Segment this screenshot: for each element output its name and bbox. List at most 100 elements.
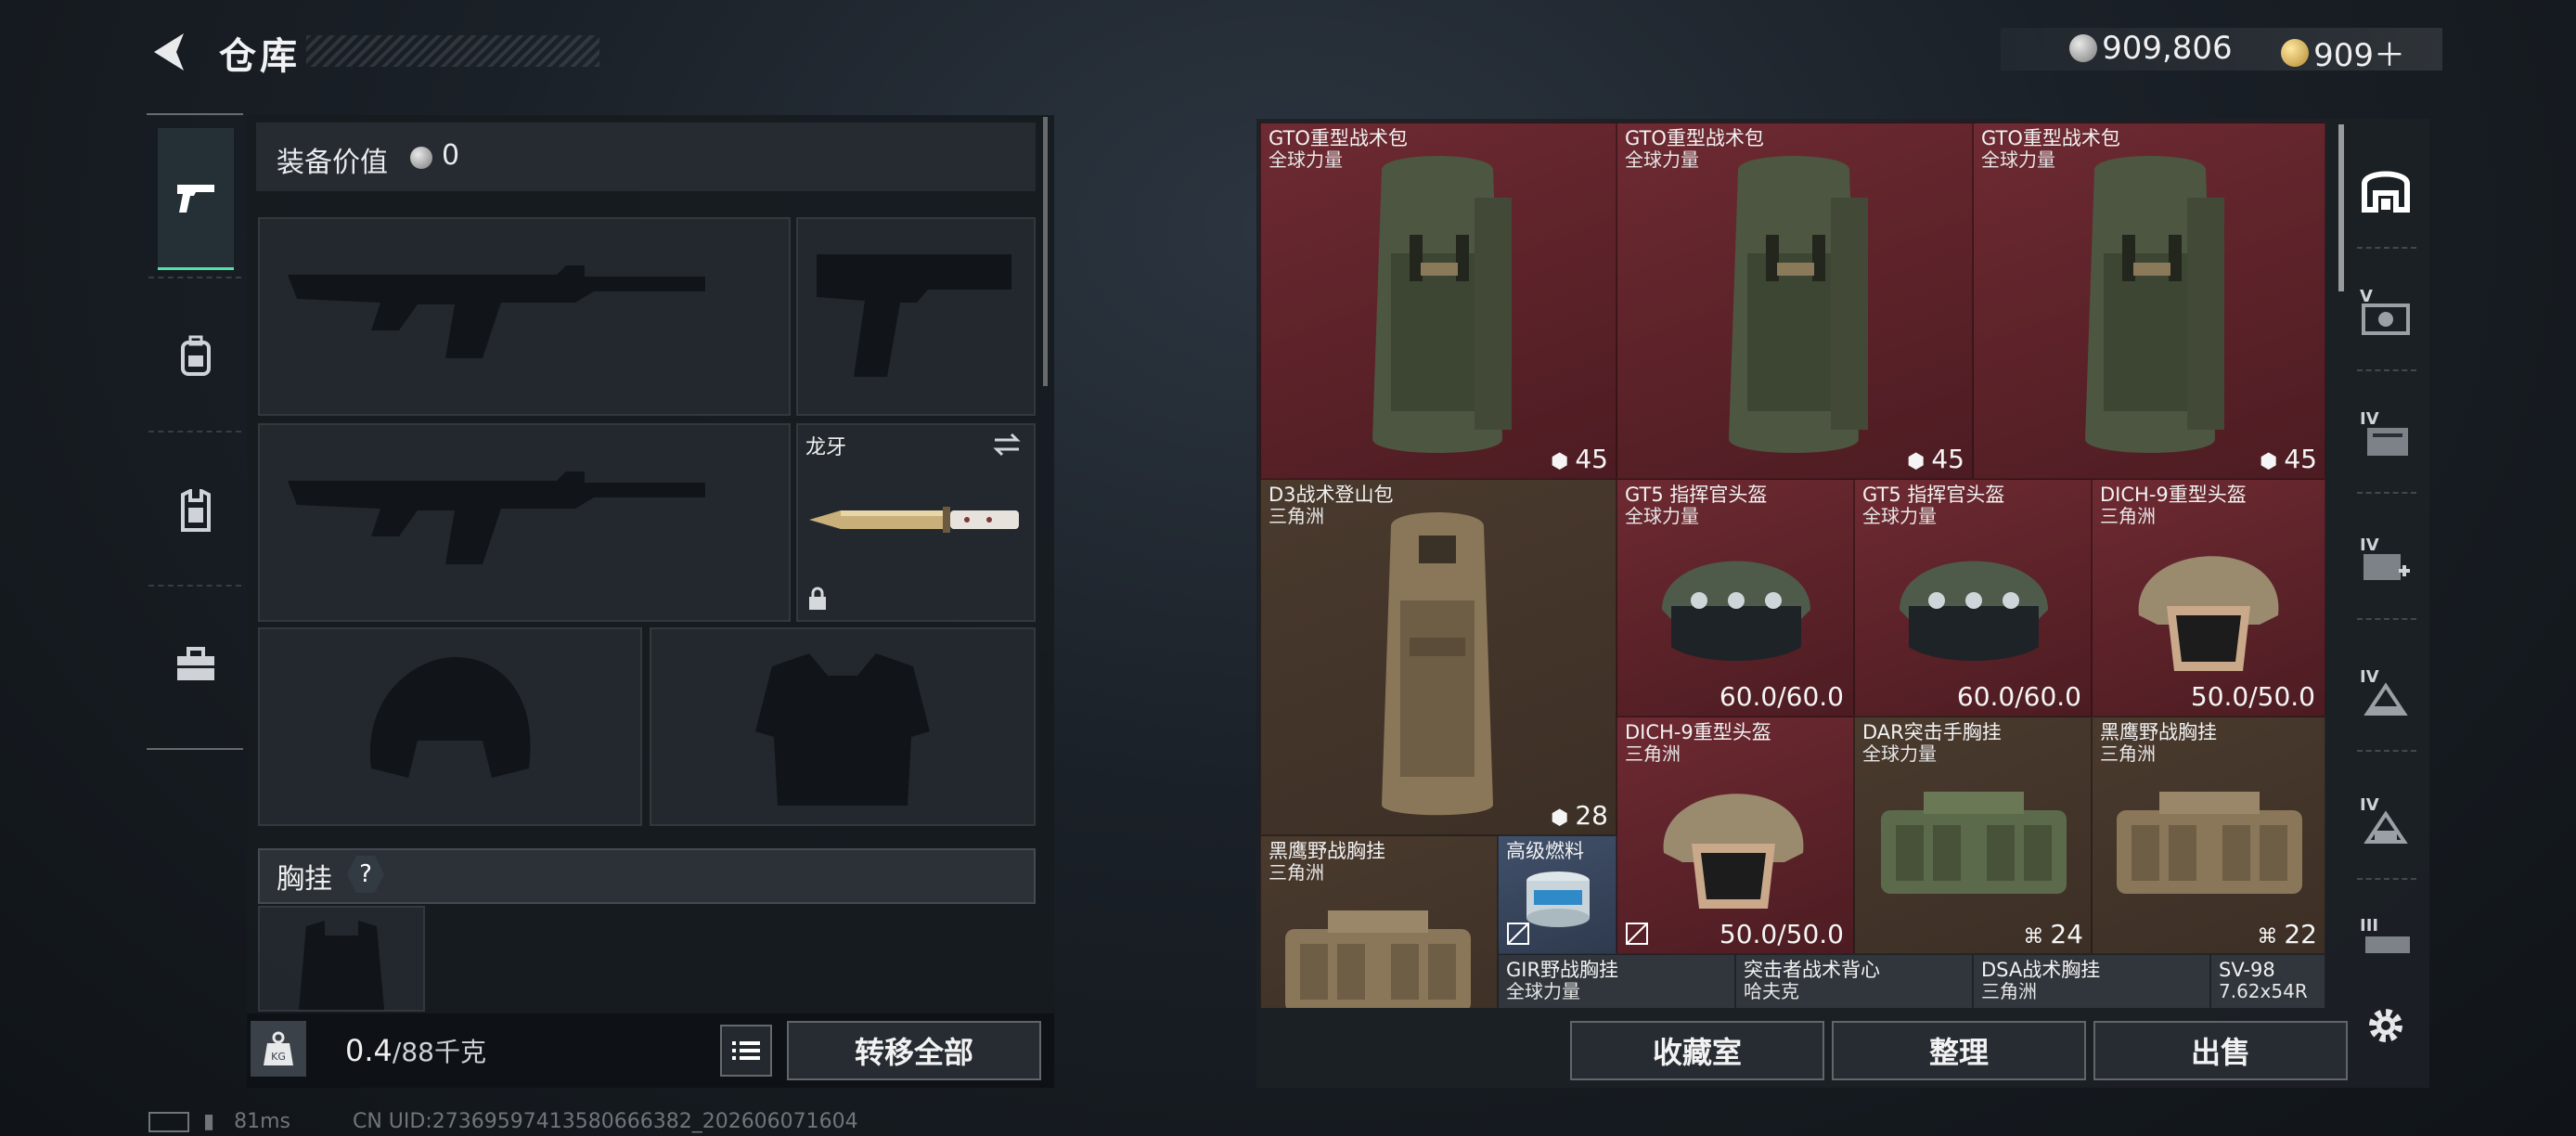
stash-item[interactable]: GIR野战胸挂 全球力量 <box>1498 954 1735 1008</box>
stash-item[interactable]: DICH-9重型头盔 三角洲 50.0/50.0 <box>2092 479 2325 716</box>
tab-divider <box>148 431 241 434</box>
stash-page-v[interactable]: V <box>2353 278 2418 343</box>
stash-item[interactable]: GTO重型战术包 全球力量 ⬢ 45 <box>1973 123 2325 479</box>
stash-item[interactable]: DAR突击手胸挂 全球力量 ⌘ 24 <box>1854 716 2092 954</box>
settings-gear-icon[interactable] <box>2363 1002 2409 1049</box>
stash-item[interactable]: GT5 指挥官头盔 全球力量 60.0/60.0 <box>1854 479 2092 716</box>
tab-frame-top <box>147 113 243 115</box>
tab-divider <box>2357 750 2416 754</box>
tab-divider <box>2357 492 2416 496</box>
stash-item[interactable]: 高级燃料 <box>1498 835 1616 954</box>
silver-currency: 909,806 <box>2069 30 2233 67</box>
helmet-icon <box>1663 794 1804 909</box>
item-source: 全球力量 <box>1981 148 2055 171</box>
helmet-slot[interactable] <box>258 627 642 826</box>
chest-rig-slot[interactable] <box>258 906 425 1012</box>
back-arrow-icon[interactable] <box>147 28 195 76</box>
gold-currency[interactable]: 909＋ <box>2281 30 2405 75</box>
stash-item[interactable]: 黑鹰野战胸挂 三角洲 <box>1260 835 1498 1008</box>
stash-page-iii[interactable]: III <box>2353 911 2418 958</box>
item-source: 三角洲 <box>1269 505 1324 527</box>
item-durability: 50.0/50.0 <box>1719 919 1844 949</box>
stash-page-iv-d[interactable]: IV <box>2353 787 2418 852</box>
stash-page-iv-b[interactable]: IV <box>2353 527 2418 592</box>
item-source: 三角洲 <box>1981 980 2037 1002</box>
chest-rig-label: 胸挂 <box>277 863 332 896</box>
melee-slot[interactable]: 龙牙 <box>796 423 1036 622</box>
vest-capacity-icon: ⌘ <box>2257 925 2285 949</box>
uid-text: CN UID:2736959741358066638​2_20260607160… <box>353 1110 858 1133</box>
pistol-slot[interactable] <box>796 217 1036 416</box>
no-repair-icon <box>1507 923 1529 945</box>
item-count: ⬢ 28 <box>1551 800 1608 831</box>
helmet-icon <box>2138 556 2279 671</box>
pistol-icon <box>177 185 214 213</box>
helmet-icon <box>1900 561 2048 661</box>
item-source: 7.62x54R <box>2219 980 2308 1002</box>
stash-item[interactable]: GTO重型战术包 全球力量 ⬢ 45 <box>1616 123 1973 479</box>
equipment-value-label: 装备价值 <box>277 147 388 179</box>
item-name: DAR突击手胸挂 <box>1862 721 2002 743</box>
stash-item[interactable]: GT5 指挥官头盔 全球力量 60.0/60.0 <box>1616 479 1854 716</box>
rifle-silhouette-icon <box>288 471 705 564</box>
ping-text: 81ms <box>234 1110 290 1133</box>
silver-amount: 909,806 <box>2102 30 2233 67</box>
stash-item[interactable]: GTO重型战术包 全球力量 ⬢ 45 <box>1260 123 1616 479</box>
equipment-value: 0 <box>442 139 460 172</box>
stash-page-icon: IV <box>2360 667 2408 716</box>
no-repair-icon <box>1626 923 1648 945</box>
stash-item[interactable]: 突击者战术背心 哈夫克 <box>1735 954 1973 1008</box>
gold-coin-icon <box>2281 38 2309 67</box>
stash-overview-tab[interactable] <box>2353 156 2418 221</box>
swap-icon[interactable] <box>991 432 1023 457</box>
capacity-icon: ⬢ <box>1907 450 1932 473</box>
stash-page-iv-c[interactable]: IV <box>2353 659 2418 724</box>
stash-item[interactable]: DSA战术胸挂 三角洲 <box>1973 954 2210 1008</box>
weight-max: /88千克 <box>392 1037 486 1067</box>
backpack-icon <box>1372 156 1512 453</box>
stash-scrollbar[interactable] <box>2338 124 2344 291</box>
stash-page-icon: IV <box>2360 795 2408 844</box>
sell-button[interactable]: 出售 <box>2093 1021 2348 1080</box>
capacity-icon: ⬢ <box>2260 450 2285 473</box>
tab-divider <box>2357 369 2416 373</box>
collection-room-button[interactable]: 收藏室 <box>1570 1021 1824 1080</box>
tab-armor[interactable] <box>158 288 234 427</box>
secondary-weapon-slot[interactable] <box>258 423 791 622</box>
item-name: GT5 指挥官头盔 <box>1862 484 2005 506</box>
tab-divider <box>2357 247 2416 251</box>
list-view-button[interactable] <box>720 1025 772 1077</box>
stash-item[interactable]: 黑鹰野战胸挂 三角洲 ⌘ 22 <box>2092 716 2325 954</box>
primary-weapon-slot[interactable] <box>258 217 791 416</box>
item-durability: 60.0/60.0 <box>1719 681 1844 712</box>
stash-item[interactable]: DICH-9重型头盔 三角洲 50.0/50.0 <box>1616 716 1854 954</box>
backpack-icon <box>2085 156 2224 453</box>
stash-item[interactable]: SV-98 7.62x54R <box>2210 954 2325 1008</box>
item-source: 全球力量 <box>1269 148 1343 171</box>
tab-weapons[interactable] <box>158 128 234 270</box>
chest-rig-silhouette-icon <box>299 921 384 1010</box>
chest-rig-icon <box>2117 792 2302 894</box>
stash-item[interactable]: D3战术登山包 三角洲 ⬢ 28 <box>1260 479 1616 835</box>
signal-icon: ▮ <box>203 1110 215 1133</box>
tab-vest[interactable] <box>158 442 234 581</box>
knife-icon <box>809 507 1019 533</box>
transfer-all-button[interactable]: 转移全部 <box>787 1021 1041 1080</box>
body-armor-slot[interactable] <box>650 627 1036 826</box>
item-durability: 60.0/60.0 <box>1956 681 2081 712</box>
svg-text:KG: KG <box>271 1051 286 1063</box>
pistol-silhouette-icon <box>817 254 1011 377</box>
svg-text:III: III <box>2360 916 2378 936</box>
briefcase-icon <box>177 647 214 680</box>
organize-button[interactable]: 整理 <box>1832 1021 2086 1080</box>
gold-amount: 909＋ <box>2313 37 2405 74</box>
fuel-can-icon <box>1526 871 1590 927</box>
stash-page-icon: III <box>2360 916 2410 953</box>
stash-page-iv-a[interactable]: IV <box>2353 401 2418 466</box>
tab-briefcase[interactable] <box>158 596 234 735</box>
backpack-icon <box>181 335 211 376</box>
page-title: 仓库 <box>219 35 301 78</box>
item-name: DICH-9重型头盔 <box>2100 484 2247 506</box>
equipment-scrollbar[interactable] <box>1043 117 1048 386</box>
svg-text:IV: IV <box>2360 409 2379 429</box>
